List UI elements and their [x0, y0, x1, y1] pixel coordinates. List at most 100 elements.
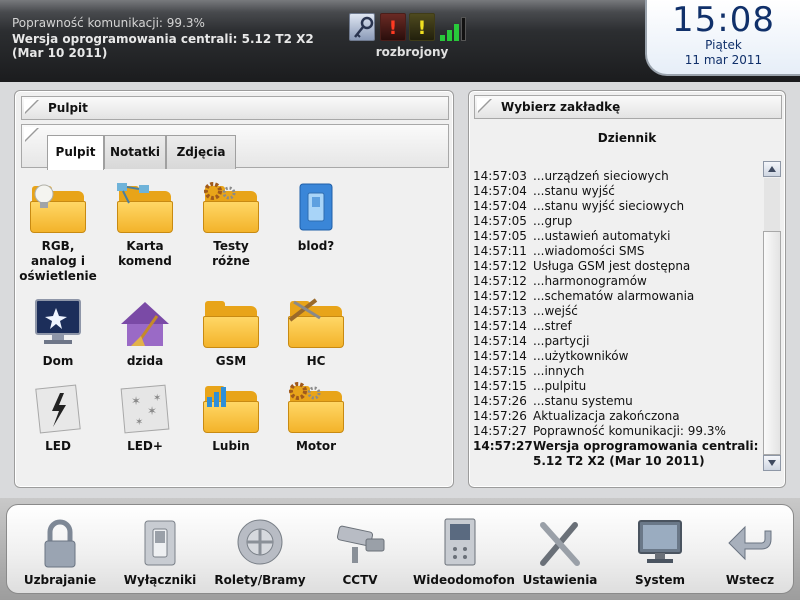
lightbulb-glyph — [34, 184, 54, 208]
log-entry-text: Usługa GSM jest dostępna — [533, 259, 691, 273]
switch-icon — [135, 517, 185, 569]
log-entry-time: 14:57:03 — [473, 169, 527, 183]
light-switch-glyph — [299, 183, 333, 231]
key-icon[interactable] — [349, 13, 375, 41]
log-entry: 14:57:05 ...grup — [473, 214, 763, 228]
dock-wideodomofon-button[interactable]: Wideodomofon — [413, 517, 515, 587]
log-entry-text: Poprawność komunikacji: 99.3% — [533, 424, 726, 438]
key-icon-graphic — [354, 16, 374, 38]
communication-status: Poprawność komunikacji: 99.3% — [12, 16, 205, 30]
alert-red-icon[interactable]: ! — [380, 13, 406, 41]
dock-label: Wyłączniki — [123, 573, 197, 587]
dock-cctv-button[interactable]: CCTV — [313, 517, 407, 587]
signal-bar — [447, 30, 452, 41]
gears-folder-icon — [284, 381, 348, 437]
log-entry-time: 14:57:26 — [473, 409, 527, 423]
desktop-item-lubin[interactable]: Lubin — [191, 381, 271, 454]
log-entry: 14:57:27Wersja oprogramowania centrali: — [473, 439, 763, 453]
alert-yellow-icon[interactable]: ! — [409, 13, 435, 41]
tab-bar: Pulpit Notatki Zdjęcia — [21, 124, 449, 170]
dock-wstecz-button[interactable]: Wstecz — [703, 517, 797, 587]
log-entry: 14:57:15 ...innych — [473, 364, 763, 378]
log-scrollbar[interactable] — [763, 161, 781, 471]
desktop-item-led-plus[interactable]: ✶ ✶ ✶ ✶ LED+ — [105, 381, 185, 454]
house-broom-glyph — [121, 302, 169, 346]
log-entry: 14:57:14 ...użytkowników — [473, 349, 763, 363]
log-entry: 14:57:05 ...ustawień automatyki — [473, 229, 763, 243]
dock-uzbrajanie-button[interactable]: Uzbrajanie — [13, 517, 107, 587]
log-entry: 14:57:15 ...pulpitu — [473, 379, 763, 393]
tools-icon — [535, 517, 585, 569]
log-entry-time: 14:57:14 — [473, 334, 527, 348]
tab-zdjecia[interactable]: Zdjęcia — [166, 135, 236, 169]
desktop-item-label: Dom — [42, 354, 74, 368]
log-panel-title[interactable]: Wybierz zakładkę — [474, 95, 782, 119]
dock-rolety-bramy-button[interactable]: Rolety/Bramy — [213, 517, 307, 587]
log-entry-text: ...innych — [533, 364, 585, 378]
log-entry: 14:57:12 Usługa GSM jest dostępna — [473, 259, 763, 273]
log-entry-time: 14:57:12 — [473, 274, 527, 288]
dock-label: Uzbrajanie — [23, 573, 97, 587]
log-entry-time: 14:57:15 — [473, 379, 527, 393]
desktop-item-karta-komend[interactable]: Karta komend — [105, 181, 185, 269]
tools-folder-icon — [284, 296, 348, 352]
log-entry-time: 14:57:26 — [473, 394, 527, 408]
log-entry-text: ...partycji — [533, 334, 590, 348]
log-entry: 14:57:14 ...stref — [473, 319, 763, 333]
dock-wylaczniki-button[interactable]: Wyłączniki — [113, 517, 207, 587]
dock-system-button[interactable]: System — [613, 517, 707, 587]
tab-notatki[interactable]: Notatki — [104, 135, 166, 169]
log-entry-time: 14:57:27 — [473, 424, 527, 438]
svg-text:✶: ✶ — [153, 393, 161, 404]
desktop-item-gsm[interactable]: GSM — [191, 296, 271, 369]
svg-text:✶: ✶ — [147, 404, 157, 418]
tools-glyph — [540, 522, 580, 566]
desktop-item-label: RGB, analog i oświetlenie — [19, 239, 97, 283]
log-entry-text: ...urządzeń sieciowych — [533, 169, 669, 183]
desktop-item-dzida[interactable]: dzida — [105, 296, 185, 369]
desktop-item-hc[interactable]: HC — [276, 296, 356, 369]
log-entry-text: ...stanu wyjść sieciowych — [533, 199, 685, 213]
monitor-glyph — [638, 520, 682, 563]
log-entry: 14:57:11 ...wiadomości SMS — [473, 244, 763, 258]
blinds-gate-icon — [235, 517, 285, 569]
desktop-item-testy-rozne[interactable]: Testy różne — [191, 181, 271, 269]
svg-text:✶: ✶ — [131, 394, 141, 408]
tab-pulpit[interactable]: Pulpit — [47, 135, 104, 170]
log-entry: 14:57:26 ...stanu systemu — [473, 394, 763, 408]
desktop-item-blod[interactable]: blod? — [276, 181, 356, 254]
desktop-item-led[interactable]: LED — [18, 381, 98, 454]
event-log[interactable]: 14:57:03 ...urządzeń sieciowych 14:57:04..… — [473, 163, 763, 473]
signal-strength-icon — [438, 13, 470, 41]
log-entry-text: Aktualizacja zakończona — [533, 409, 680, 423]
dock-ustawienia-button[interactable]: Ustawienia — [513, 517, 607, 587]
video-intercom-glyph — [444, 518, 476, 566]
desktop-item-dom[interactable]: Dom — [18, 296, 98, 369]
chevron-up-icon — [768, 166, 776, 172]
log-entry-text: ...harmonogramów — [533, 274, 647, 288]
lightbulb-folder-icon — [26, 181, 90, 237]
armed-status: rozbrojony — [375, 45, 449, 59]
corner-fold-icon — [24, 99, 38, 113]
log-entry-time: 14:57:12 — [473, 259, 527, 273]
light-switch-icon — [284, 181, 348, 237]
corner-fold-icon — [24, 127, 38, 141]
chart-glyph — [207, 387, 226, 407]
log-entry-time: 14:57:04 — [473, 184, 527, 198]
padlock-icon — [35, 517, 85, 569]
led-stars-icon: ✶ ✶ ✶ ✶ — [113, 381, 177, 437]
desktop-item-label: dzida — [126, 354, 164, 368]
scroll-up-button[interactable] — [763, 161, 781, 177]
desktop-item-rgb[interactable]: RGB, analog i oświetlenie — [18, 181, 98, 284]
desktop-item-motor[interactable]: Motor — [276, 381, 356, 454]
padlock-glyph — [44, 519, 76, 568]
log-entry-text: ...schematów alarmowania — [533, 289, 695, 303]
signal-bar — [440, 35, 445, 41]
log-entry-time: 14:57:14 — [473, 349, 527, 363]
log-entry: 14:57:14 ...partycji — [473, 334, 763, 348]
log-entry-text: ...wejść — [533, 304, 578, 318]
scroll-thumb[interactable] — [763, 231, 781, 455]
alert-yellow-glyph: ! — [417, 17, 427, 39]
log-entry-text: ...wiadomości SMS — [533, 244, 645, 258]
scroll-down-button[interactable] — [763, 455, 781, 471]
